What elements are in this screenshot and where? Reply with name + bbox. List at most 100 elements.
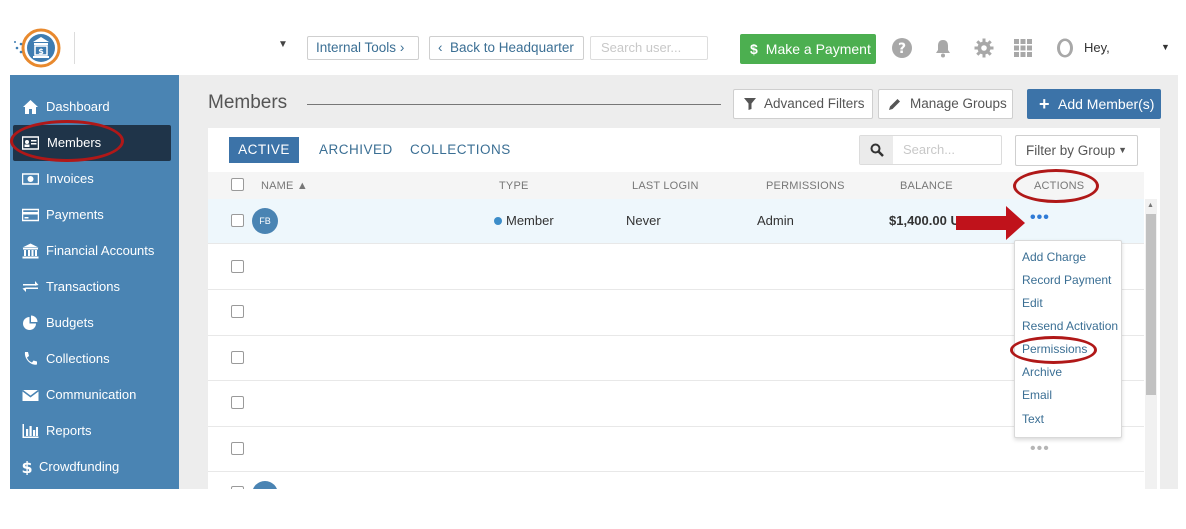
help-icon[interactable]: ? bbox=[892, 38, 912, 58]
user-greeting[interactable]: Hey, bbox=[1084, 40, 1110, 55]
sidebar-item-transactions[interactable]: Transactions bbox=[10, 269, 179, 305]
column-header-balance[interactable]: BALANCE bbox=[900, 180, 953, 192]
advanced-filters-button[interactable]: Advanced Filters bbox=[733, 89, 873, 119]
internal-tools-label: Internal Tools bbox=[316, 40, 397, 55]
status-dot-icon bbox=[494, 217, 502, 225]
scrollbar-thumb[interactable] bbox=[1146, 214, 1156, 395]
sidebar-item-label: Financial Accounts bbox=[46, 243, 155, 258]
topbar-divider bbox=[74, 32, 75, 64]
dollar-icon: $ bbox=[22, 459, 33, 475]
row-divider bbox=[208, 335, 1144, 336]
app-window: $ ▼ Internal Tools › ‹ Back to Headquart… bbox=[10, 0, 1178, 489]
search-input[interactable]: Search... bbox=[903, 136, 955, 164]
sidebar-item-label: Communication bbox=[46, 387, 137, 402]
column-header-last-login[interactable]: LAST LOGIN bbox=[632, 180, 699, 192]
search-icon bbox=[870, 143, 884, 157]
menu-item-email[interactable]: Email bbox=[1022, 388, 1052, 402]
filter-by-group-select[interactable]: Filter by Group ▼ bbox=[1015, 135, 1138, 166]
chevron-right-icon: › bbox=[399, 40, 405, 55]
svg-text:$: $ bbox=[38, 47, 44, 56]
tab-active[interactable]: ACTIVE bbox=[229, 137, 299, 163]
sidebar-item-communication[interactable]: Communication bbox=[10, 377, 179, 413]
svg-text:$: $ bbox=[22, 459, 33, 475]
permissions-cell: Admin bbox=[757, 213, 794, 228]
column-header-type[interactable]: TYPE bbox=[499, 180, 529, 192]
chevron-down-icon: ▼ bbox=[1118, 145, 1127, 155]
filter-icon bbox=[744, 98, 756, 110]
annotation-arrow-icon bbox=[956, 206, 1025, 240]
row-checkbox[interactable] bbox=[231, 214, 244, 227]
phone-icon bbox=[24, 352, 37, 365]
sidebar-item-reports[interactable]: Reports bbox=[10, 413, 179, 449]
row-checkbox[interactable] bbox=[231, 260, 244, 273]
sidebar-item-collections[interactable]: Collections bbox=[10, 341, 179, 377]
sidebar-item-invoices[interactable]: Invoices bbox=[10, 161, 179, 197]
row-divider bbox=[208, 426, 1144, 427]
filter-by-group-label: Filter by Group bbox=[1026, 143, 1116, 158]
bell-icon[interactable] bbox=[933, 38, 953, 58]
top-bar: $ ▼ Internal Tools › ‹ Back to Headquart… bbox=[10, 0, 1178, 75]
back-to-headquarter-label: Back to Headquarter bbox=[450, 40, 574, 55]
sidebar-item-financial-accounts[interactable]: Financial Accounts bbox=[10, 233, 179, 269]
row-actions-ellipsis-icon[interactable]: ••• bbox=[1030, 440, 1050, 458]
row-divider bbox=[208, 289, 1144, 290]
sidebar-item-budgets[interactable]: Budgets bbox=[10, 305, 179, 341]
sidebar-item-label: Budgets bbox=[46, 315, 94, 330]
avatar[interactable]: FB bbox=[252, 208, 278, 234]
column-header-permissions[interactable]: PERMISSIONS bbox=[766, 180, 845, 192]
scroll-up-arrow-icon[interactable]: ▲ bbox=[1147, 202, 1154, 209]
internal-tools-button[interactable]: Internal Tools › bbox=[307, 36, 419, 60]
sidebar-item-label: Payments bbox=[46, 207, 104, 222]
search-user-input[interactable]: Search user... bbox=[590, 36, 708, 60]
svg-text:?: ? bbox=[898, 41, 906, 57]
tab-collections[interactable]: COLLECTIONS bbox=[410, 137, 511, 163]
menu-item-record-payment[interactable]: Record Payment bbox=[1022, 273, 1111, 287]
row-checkbox[interactable] bbox=[231, 396, 244, 409]
column-header-label: NAME bbox=[261, 180, 294, 192]
row-checkbox[interactable] bbox=[231, 305, 244, 318]
bill-icon bbox=[22, 173, 39, 185]
apps-grid-icon[interactable] bbox=[1013, 38, 1033, 58]
user-icon[interactable] bbox=[1055, 38, 1075, 58]
sidebar-item-label: Crowdfunding bbox=[39, 459, 120, 474]
sidebar-item-payments[interactable]: Payments bbox=[10, 197, 179, 233]
exchange-icon bbox=[22, 281, 39, 292]
back-to-headquarter-button[interactable]: ‹ Back to Headquarter bbox=[429, 36, 584, 60]
sidebar-item-crowdfunding[interactable]: $ Crowdfunding bbox=[10, 449, 179, 485]
row-checkbox[interactable] bbox=[231, 351, 244, 364]
tab-archived[interactable]: ARCHIVED bbox=[319, 137, 393, 163]
sort-up-icon: ▲ bbox=[296, 180, 308, 192]
user-menu-caret-icon[interactable]: ▼ bbox=[1161, 42, 1170, 52]
logo-icon[interactable]: $ bbox=[13, 28, 61, 68]
envelope-icon bbox=[22, 389, 39, 401]
row-divider bbox=[208, 471, 1144, 472]
menu-item-edit[interactable]: Edit bbox=[1022, 296, 1043, 310]
row-checkbox[interactable] bbox=[231, 486, 244, 489]
title-divider bbox=[307, 104, 721, 105]
menu-item-resend-activation[interactable]: Resend Activation bbox=[1022, 319, 1118, 333]
bank-icon bbox=[22, 243, 39, 259]
menu-item-archive[interactable]: Archive bbox=[1022, 365, 1062, 379]
row-checkbox[interactable] bbox=[231, 442, 244, 455]
sidebar-item-label: Transactions bbox=[46, 279, 120, 294]
annotation-circle-actions bbox=[1013, 169, 1099, 203]
org-switcher-caret-icon[interactable]: ▼ bbox=[278, 39, 288, 50]
add-members-button[interactable]: + Add Member(s) bbox=[1027, 89, 1161, 119]
search-button[interactable] bbox=[860, 136, 893, 164]
advanced-filters-label: Advanced Filters bbox=[764, 96, 865, 111]
plus-icon: + bbox=[1039, 94, 1050, 114]
menu-item-text[interactable]: Text bbox=[1022, 412, 1044, 426]
gear-icon[interactable] bbox=[974, 38, 994, 58]
select-all-checkbox[interactable] bbox=[231, 178, 244, 191]
credit-card-icon bbox=[22, 208, 39, 222]
row-actions-ellipsis-icon[interactable]: ••• bbox=[1030, 209, 1050, 227]
make-payment-button[interactable]: $ Make a Payment bbox=[740, 34, 876, 64]
menu-item-add-charge[interactable]: Add Charge bbox=[1022, 250, 1086, 264]
last-login-cell: Never bbox=[626, 213, 661, 228]
sidebar-item-dashboard[interactable]: Dashboard bbox=[10, 89, 179, 125]
bar-chart-icon bbox=[22, 424, 39, 438]
manage-groups-button[interactable]: Manage Groups bbox=[878, 89, 1013, 119]
member-search[interactable]: Search... bbox=[859, 135, 1002, 165]
column-header-name[interactable]: NAME ▲ bbox=[261, 180, 308, 192]
annotation-circle-members bbox=[10, 120, 124, 162]
